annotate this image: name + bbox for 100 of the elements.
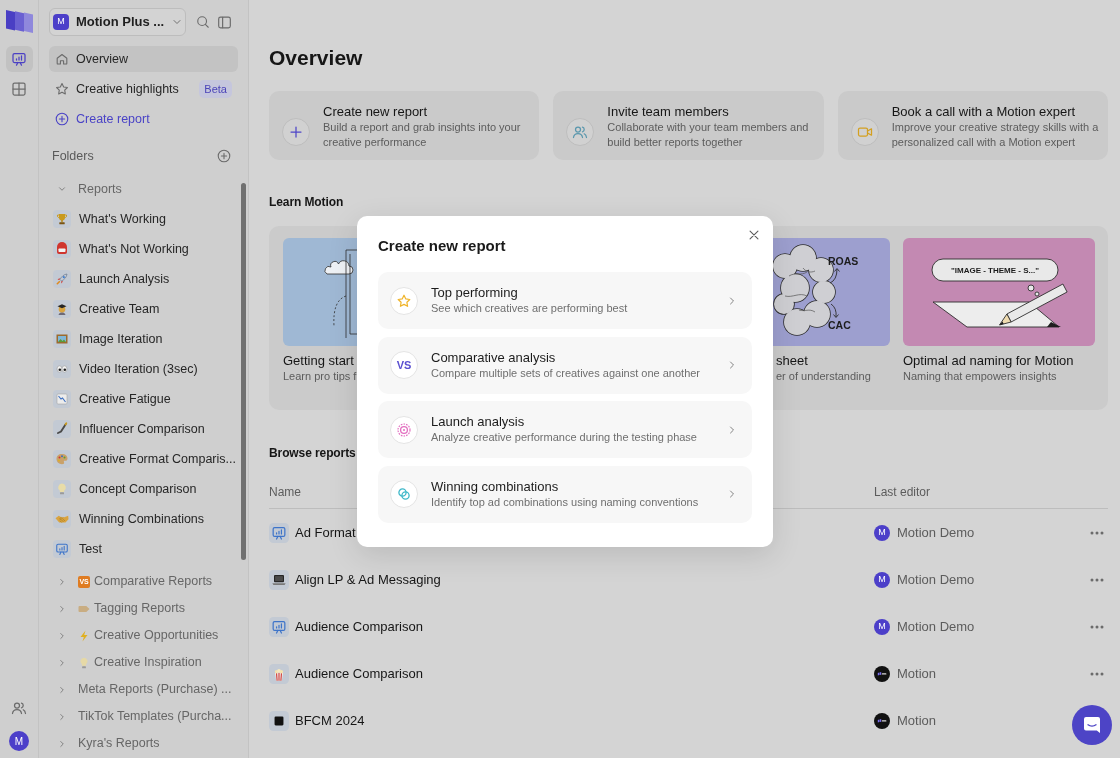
card-title[interactable]: sheet xyxy=(773,353,890,369)
eyes-icon xyxy=(53,360,71,378)
laptop-icon xyxy=(269,569,289,590)
section-heading: Browse reports xyxy=(269,445,356,462)
handshake-icon xyxy=(53,510,71,528)
report-name[interactable]: Audience Comparison xyxy=(295,616,423,637)
linked-circles-icon xyxy=(390,480,418,508)
folder-item[interactable]: Reports xyxy=(49,174,238,204)
report-item[interactable]: What's Not Working xyxy=(49,234,238,264)
presentation-icon xyxy=(53,540,71,558)
card-title[interactable]: Optimal ad naming for Motion xyxy=(903,353,1095,369)
plus-icon xyxy=(282,118,310,146)
plus-circle-icon xyxy=(217,149,231,163)
nav-item[interactable]: Overview xyxy=(49,46,238,72)
report-item[interactable]: Image Iteration xyxy=(49,324,238,354)
report-item[interactable]: Launch Analysis xyxy=(49,264,238,294)
report-item[interactable]: Concept Comparison xyxy=(49,474,238,504)
editor-name: Motion xyxy=(897,711,937,730)
workspace-avatar: M xyxy=(53,14,69,30)
report-item[interactable]: Creative Format Comparis... xyxy=(49,444,238,474)
curved-arrow xyxy=(829,268,840,284)
report-item[interactable]: Winning Combinations xyxy=(49,504,238,534)
editor-avatar: M xyxy=(874,618,890,635)
square-icon xyxy=(269,710,289,731)
page-title: Overview xyxy=(269,45,363,71)
home-icon xyxy=(55,52,69,66)
report-type-option[interactable]: Winning combinations Identify top ad combinations using naming conventions xyxy=(378,465,752,523)
report-item[interactable]: Influencer Comparison xyxy=(49,414,238,444)
folder-item[interactable]: TikTok Templates (Purcha... xyxy=(49,703,238,730)
add-folder-button[interactable] xyxy=(217,149,231,163)
folder-item[interactable]: Tagging Reports xyxy=(49,595,238,622)
report-type-option[interactable]: VS Comparative analysis Compare multiple sets of creatives against one another xyxy=(378,336,752,394)
action-card[interactable]: Book a call with a Motion expert Improve your creative strategy skills with a personalized call with a Motion expert xyxy=(837,91,1108,160)
framed-picture-icon xyxy=(53,330,71,348)
lightning-icon xyxy=(78,629,90,642)
report-name[interactable]: BFCM 2024 xyxy=(295,710,365,731)
cloud-drawing xyxy=(324,260,354,275)
chat-button[interactable] xyxy=(1072,705,1112,745)
report-item[interactable]: Video Iteration (3sec) xyxy=(49,354,238,384)
light-bulb-icon xyxy=(78,656,90,669)
option-title: Winning combinations xyxy=(431,478,559,495)
people-icon xyxy=(566,118,595,146)
curved-arrow xyxy=(830,303,839,318)
ellipsis-icon xyxy=(1090,577,1104,582)
report-name[interactable]: Align LP & Ad Messaging xyxy=(295,569,441,590)
layout-icon xyxy=(11,81,27,97)
light-bulb-icon xyxy=(53,480,71,498)
folder-item[interactable]: Meta Reports (Purchase) ... xyxy=(49,676,238,703)
dialog-title: Create new report xyxy=(378,236,506,256)
report-item[interactable]: Test xyxy=(49,534,238,564)
create-report-link[interactable]: Create report xyxy=(49,106,238,132)
option-description: Analyze creative performance during the testing phase xyxy=(431,430,697,445)
option-title: Comparative analysis xyxy=(431,349,556,366)
close-button[interactable] xyxy=(747,228,761,242)
ellipsis-icon xyxy=(1090,624,1104,629)
editor-name: Motion Demo xyxy=(897,617,975,636)
illustration-label: "IMAGE - THEME - S..." xyxy=(951,266,1039,275)
vs-label: VS xyxy=(390,351,418,379)
card-description: Improve your creative strategy skills with a personalized call with a Motion expert xyxy=(891,120,1100,149)
editor-name: Motion xyxy=(897,664,937,683)
card-title[interactable]: Getting start xyxy=(283,353,357,369)
report-item[interactable]: Creative Team xyxy=(49,294,238,324)
action-card[interactable]: Invite team members Collaborate with your team members and build better reports together xyxy=(553,91,824,160)
presentation-icon xyxy=(269,522,289,543)
presentation-icon xyxy=(11,51,27,67)
report-type-option[interactable]: Top performing See which creatives are performing best xyxy=(378,272,752,329)
editor-avatar: M xyxy=(874,571,890,588)
workspace-selector[interactable]: M Motion Plus ... xyxy=(49,8,186,36)
brush-icon xyxy=(53,420,71,438)
card-title: Create new report xyxy=(323,104,428,120)
rail-nav-button[interactable] xyxy=(5,46,33,72)
ellipsis-icon xyxy=(1090,530,1104,535)
user-avatar[interactable]: M xyxy=(9,731,29,751)
ellipsis-icon xyxy=(1090,671,1104,676)
editor-avatar: M xyxy=(874,524,890,541)
brand-avatar-icon xyxy=(874,712,890,729)
column-header: Name xyxy=(269,484,301,501)
folder-item[interactable]: Kyra's Reports xyxy=(49,730,238,757)
palette-icon xyxy=(53,450,71,468)
folder-item[interactable]: Creative Opportunities xyxy=(49,622,238,649)
folder-item[interactable]: Creative Inspiration xyxy=(49,649,238,676)
logo-icon xyxy=(5,10,33,33)
trophy-icon xyxy=(53,210,71,228)
column-header: Last editor xyxy=(874,484,931,501)
card-description: Collaborate with your team members and build better reports together xyxy=(607,120,810,149)
report-type-option[interactable]: Launch analysis Analyze creative performance during the testing phase xyxy=(378,401,752,458)
sidebar-icon xyxy=(216,14,232,30)
scrollbar-thumb[interactable] xyxy=(241,183,246,560)
report-item[interactable]: Creative Fatigue xyxy=(49,384,238,414)
nav-item[interactable]: Creative highlights Beta xyxy=(49,76,238,102)
section-heading: Learn Motion xyxy=(269,194,344,211)
report-item[interactable]: What's Working xyxy=(49,204,238,234)
editor-name: Motion Demo xyxy=(897,570,975,589)
star-icon xyxy=(55,82,69,96)
card-title: Invite team members xyxy=(607,104,729,120)
report-name[interactable]: Audience Comparison xyxy=(295,663,423,684)
pencil-drawing xyxy=(999,283,1068,326)
action-card[interactable]: Create new report Build a report and grab insights into your creative performance xyxy=(269,91,540,160)
card-title: Book a call with a Motion expert xyxy=(891,104,1076,120)
report-name[interactable]: Ad Format xyxy=(295,522,356,543)
